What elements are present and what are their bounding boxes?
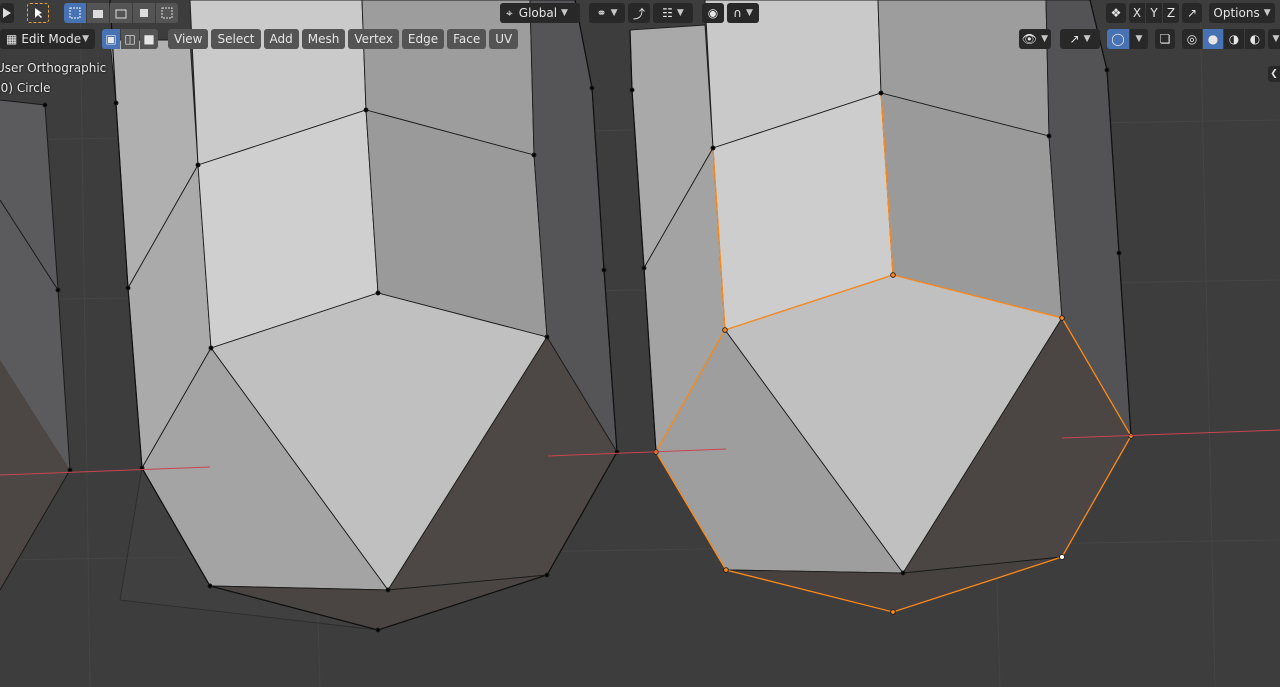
3d-viewport[interactable] (0, 0, 1280, 687)
options-label: Options (1213, 6, 1260, 20)
options-dropdown[interactable]: Options ▼ (1209, 3, 1275, 23)
chevron-down-icon: ▼ (1135, 34, 1143, 44)
middle-mesh (42, 0, 620, 633)
sidebar-toggle[interactable]: ❮ (1268, 66, 1280, 82)
chevron-down-icon: ▼ (1083, 34, 1091, 44)
active-vertex (1058, 553, 1066, 561)
chevron-down-icon: ▼ (1263, 8, 1271, 18)
chevron-left-icon: ❮ (1270, 69, 1278, 79)
menu-uv[interactable]: UV (489, 29, 519, 49)
visibility-dropdown[interactable]: 👁 ▼ (1019, 29, 1051, 49)
menu-view[interactable]: View (168, 29, 209, 49)
chevron-down-icon: ▼ (561, 8, 568, 18)
overlay-icon[interactable]: ◯ (1107, 29, 1129, 49)
header-left (0, 3, 178, 23)
mirror-icon[interactable]: ❖ (1106, 3, 1126, 23)
menu-edge[interactable]: Edge (401, 29, 445, 49)
edge-select-mode-icon[interactable]: ◫ (121, 29, 139, 49)
rendered-shading-icon[interactable]: ◐ (1245, 29, 1265, 49)
xray-icon[interactable]: ❏ (1155, 29, 1175, 49)
face-select-mode-icon[interactable]: ■ (140, 29, 158, 49)
material-shading-icon[interactable]: ◑ (1224, 29, 1244, 49)
overlay-dropdown[interactable]: ▼ (1130, 29, 1148, 49)
box-select-invert-icon[interactable] (133, 3, 155, 23)
left-mesh-fragment (0, 99, 71, 591)
visibility-icon: 👁 (1021, 32, 1038, 46)
snap-target-dropdown[interactable]: ☷ ▼ (653, 3, 693, 23)
menu-mesh[interactable]: Mesh (301, 29, 346, 49)
box-select-subtract-icon[interactable] (110, 3, 132, 23)
axis-z-toggle[interactable]: Z (1163, 3, 1179, 23)
shading-dropdown[interactable]: ▼ (1268, 29, 1280, 49)
chevron-down-icon: ▼ (676, 8, 684, 18)
pivot-icon: ⚭ (596, 6, 607, 20)
mode-dropdown[interactable]: ▦ Edit Mode ▼ (0, 29, 95, 49)
editor-type-icon[interactable] (0, 3, 14, 23)
proportional-edit-icon[interactable]: ◉ (702, 3, 724, 23)
menu-bar: View Select Add Mesh Vertex Edge Face UV (168, 29, 519, 49)
snap-icon[interactable]: ⤴ (628, 3, 650, 23)
axis-y-toggle[interactable]: Y (1146, 3, 1162, 23)
chevron-down-icon: ▼ (1041, 34, 1049, 44)
chevron-down-icon: ▼ (610, 8, 618, 18)
wireframe-shading-icon[interactable]: ◎ (1182, 29, 1202, 49)
chevron-down-icon: ▼ (82, 34, 89, 44)
header-center: ⌖ Global ▼ ⚭ ▼ ⤴ ☷ ▼ ◉ ∩ ▼ (500, 3, 759, 23)
falloff-dropdown[interactable]: ∩ ▼ (727, 3, 759, 23)
box-select-extend-icon[interactable] (87, 3, 109, 23)
transform-orientation-label: Global (518, 6, 558, 20)
chevron-down-icon: ▼ (745, 8, 753, 18)
transform-orientation-icon: ⌖ (506, 5, 513, 20)
transform-orientation-dropdown[interactable]: ⌖ Global ▼ (500, 3, 580, 23)
edit-mode-icon: ▦ (6, 32, 18, 46)
gizmo-icon: ↗ (1069, 32, 1080, 46)
viewport-toolbar: ▦ Edit Mode ▼ ▣ ◫ ■ View Select Add Mesh… (0, 29, 519, 49)
pivot-dropdown[interactable]: ⚭ ▼ (589, 3, 625, 23)
select-cursor-icon[interactable] (27, 3, 49, 23)
menu-face[interactable]: Face (447, 29, 487, 49)
right-mesh (629, 0, 1134, 615)
mode-label: Edit Mode (21, 32, 82, 46)
box-select-intersect-icon[interactable] (156, 3, 178, 23)
auto-merge-icon[interactable]: ↗ (1182, 3, 1202, 23)
view-name: User Orthographic (0, 61, 107, 75)
menu-add[interactable]: Add (263, 29, 299, 49)
solid-shading-icon[interactable]: ● (1203, 29, 1223, 49)
vertex-select-mode-icon[interactable]: ▣ (102, 29, 120, 49)
snap-target-icon: ☷ (662, 6, 673, 20)
menu-select[interactable]: Select (211, 29, 261, 49)
chevron-down-icon: ▼ (1272, 34, 1280, 44)
viewport-shading-bar: 👁 ▼ ↗ ▼ ◯ ▼ ❏ ◎ ● ◑ ◐ ▼ (1019, 29, 1280, 49)
falloff-icon: ∩ (733, 6, 742, 20)
axis-x-toggle[interactable]: X (1129, 3, 1145, 23)
header-right: ❖ X Y Z ↗ Options ▼ (1106, 3, 1275, 23)
object-name: (0) Circle (0, 81, 51, 95)
box-select-new-icon[interactable] (64, 3, 86, 23)
menu-vertex[interactable]: Vertex (348, 29, 399, 49)
gizmo-dropdown[interactable]: ↗ ▼ (1060, 29, 1100, 49)
